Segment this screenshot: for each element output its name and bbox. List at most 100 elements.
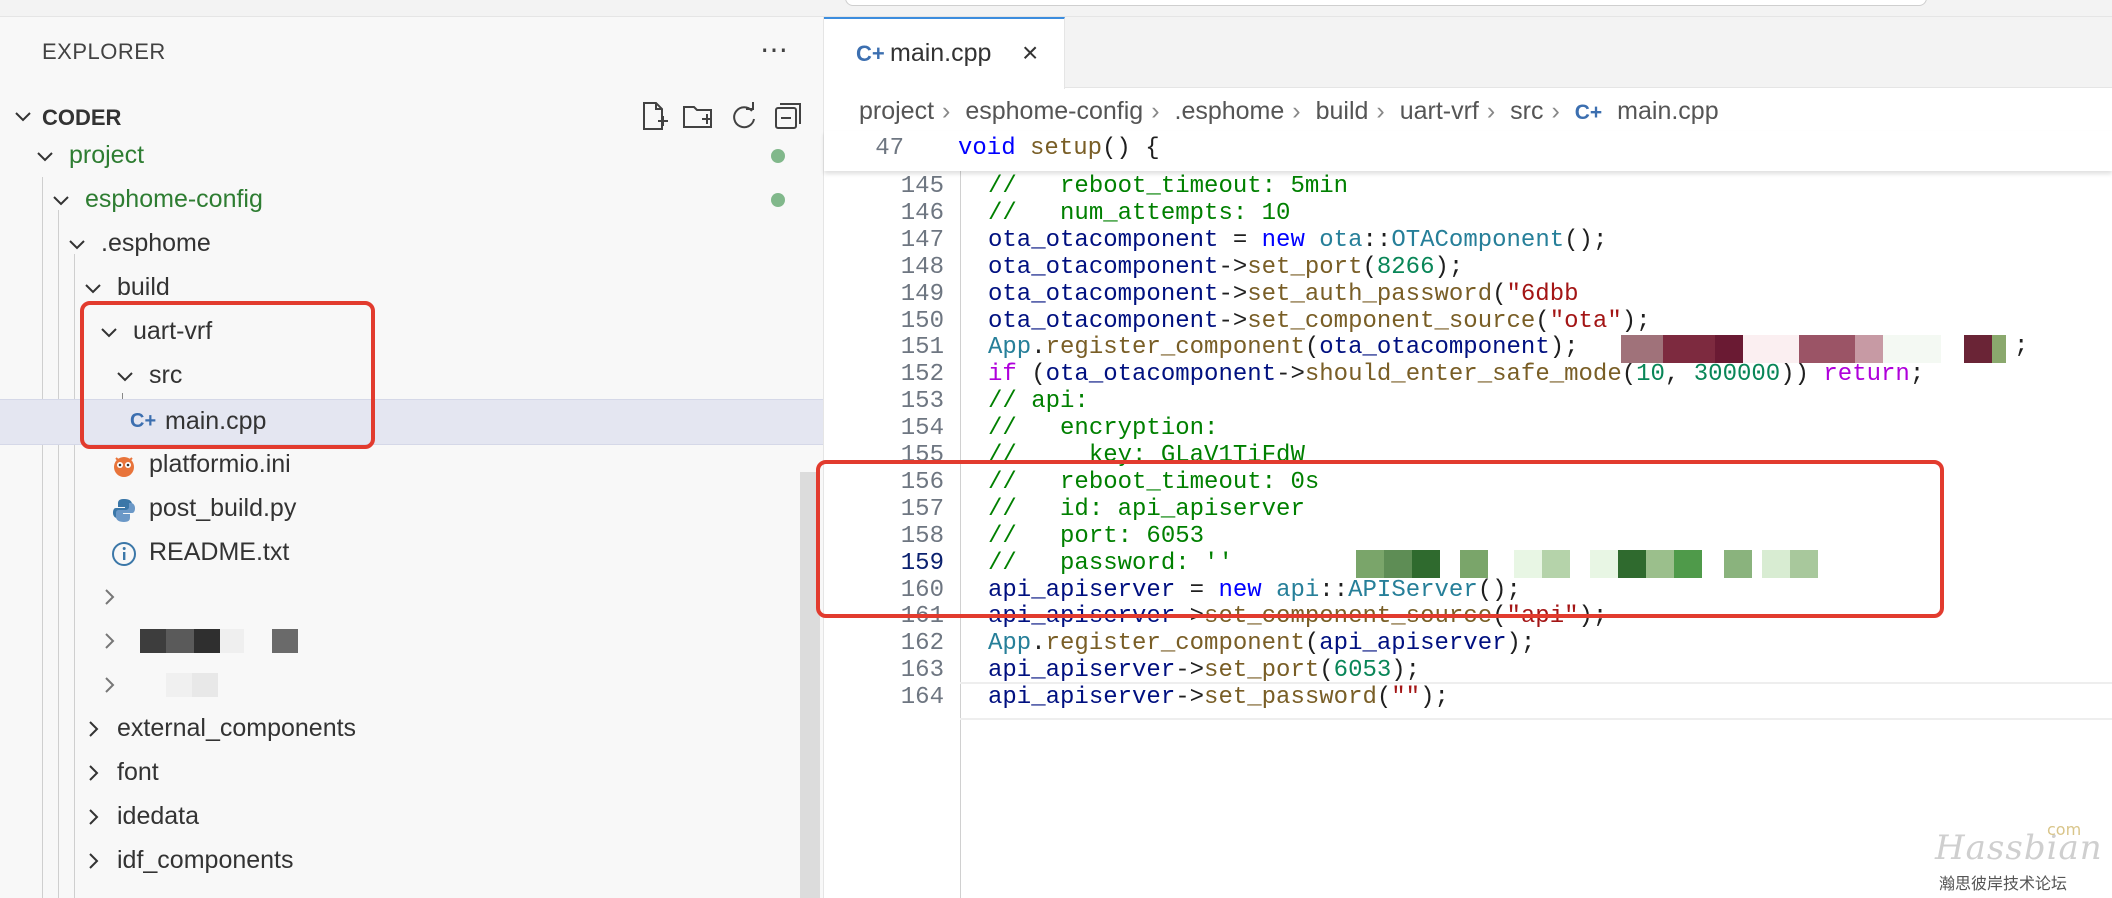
tree-item-label: project: [69, 141, 145, 169]
line-number: 147: [900, 227, 944, 254]
tree-item-redacted[interactable]: [0, 575, 823, 619]
chevron-right-icon: [89, 721, 99, 737]
line-number: 148: [900, 254, 944, 281]
collapse-all-icon[interactable]: [771, 99, 805, 133]
watermark-subtitle: 瀚思彼岸技术论坛: [1939, 874, 2068, 893]
tree-item-readme[interactable]: README.txt: [0, 531, 823, 575]
tree-item-esphome-config[interactable]: esphome-config: [0, 178, 823, 222]
redaction-block: [220, 629, 244, 653]
tree-item-label: font: [117, 758, 159, 786]
redaction-block: [1855, 335, 1883, 363]
tree-item-project[interactable]: project: [0, 134, 823, 178]
ellipsis-icon[interactable]: ⋯: [760, 33, 788, 66]
code-line: App.register_component(api_apiserver);: [988, 630, 1536, 657]
sticky-scroll-line[interactable]: 47 void setup() {: [824, 131, 2112, 171]
new-folder-icon[interactable]: [681, 99, 715, 133]
redaction-block: [1743, 335, 1799, 363]
code-line: // encryption:: [988, 415, 1219, 442]
line-number: 47: [875, 135, 904, 162]
code-line: ota_otacomponent = new ota::OTAComponent…: [988, 227, 1608, 254]
explorer-title: EXPLORER: [42, 39, 166, 64]
code-line: // reboot_timeout: 5min: [988, 173, 1349, 200]
tree-item-post-build[interactable]: post_build.py: [0, 487, 823, 531]
code-line: ota_otacomponent->set_component_source("…: [988, 308, 1651, 335]
code-area[interactable]: 47 void setup() { 145 // reboot_timeout: …: [816, 17, 2112, 898]
watermark-suffix: com: [2047, 820, 2082, 839]
chevron-right-icon: [89, 765, 99, 781]
command-center-search[interactable]: [845, 0, 1927, 6]
explorer-sidebar: EXPLORER ⋯ CODER project esphome-config …: [0, 17, 824, 898]
redaction-block: [166, 673, 192, 697]
redaction-block: [1883, 335, 1941, 363]
line-number: 146: [900, 200, 944, 227]
chevron-down-icon: [85, 284, 101, 294]
redaction-block: [192, 673, 218, 697]
tree-item-idedata[interactable]: idedata: [0, 795, 823, 839]
tree-item-redacted[interactable]: [0, 619, 823, 663]
workspace-name: CODER: [42, 105, 122, 130]
line-number: 164: [900, 684, 944, 711]
chevron-down-icon: [37, 152, 53, 162]
code-line: ota_otacomponent->set_auth_password("6db…: [988, 281, 1579, 308]
code-fragment: ;: [2014, 333, 2029, 360]
redaction-block: [140, 629, 166, 653]
title-bar: [0, 0, 2112, 17]
chevron-down-icon: [15, 112, 31, 122]
code-line: void setup() {: [958, 135, 1160, 162]
code-line: ota_otacomponent->set_port(8266);: [988, 254, 1464, 281]
code-line: if (ota_otacomponent->should_enter_safe_…: [988, 361, 1925, 388]
git-modified-dot: [771, 149, 785, 163]
platformio-icon: [114, 457, 134, 477]
redaction-block: [1992, 335, 2006, 363]
code-line: // num_attempts: 10: [988, 200, 1291, 227]
tree-item-esphome-dir[interactable]: .esphome: [0, 222, 823, 266]
new-file-icon[interactable]: [636, 99, 670, 133]
refresh-icon[interactable]: [726, 99, 760, 133]
line-number: 149: [900, 281, 944, 308]
tree-item-platformio[interactable]: platformio.ini: [0, 443, 823, 487]
code-line: api_apiserver->set_password("");: [988, 684, 1449, 711]
code-line: // api:: [988, 388, 1089, 415]
redaction-block: [1621, 335, 1663, 363]
line-number: 150: [900, 308, 944, 335]
tree-item-font[interactable]: font: [0, 751, 823, 795]
redaction-block: [1663, 335, 1715, 363]
line-number: 153: [900, 388, 944, 415]
tree-item-label: .esphome: [101, 229, 211, 257]
info-icon: [112, 542, 136, 566]
redaction-block: [1715, 335, 1743, 363]
watermark: Hassbian com 瀚思彼岸技术论坛: [1935, 820, 2103, 893]
redaction-block: [166, 629, 194, 653]
line-number: 152: [900, 361, 944, 388]
tree-item-redacted[interactable]: [0, 663, 823, 707]
chevron-down-icon: [69, 240, 85, 250]
line-number: 145: [900, 173, 944, 200]
workspace-section-header[interactable]: CODER: [0, 95, 823, 139]
code-line: App.register_component(ota_otacomponent)…: [988, 334, 1579, 361]
editor-pane: C+ main.cpp × project › esphome-config › .…: [816, 17, 2112, 898]
tree-item-label: esphome-config: [85, 185, 263, 213]
chevron-down-icon: [53, 196, 69, 206]
chevron-right-icon: [105, 677, 115, 693]
redaction-block: [1799, 335, 1855, 363]
tree-item-label: idedata: [117, 802, 200, 830]
chevron-right-icon: [89, 853, 99, 869]
annotation-box: [80, 301, 375, 449]
python-icon: [113, 499, 135, 522]
line-number: 163: [900, 657, 944, 684]
redaction-block: [272, 629, 298, 653]
chevron-right-icon: [89, 809, 99, 825]
tree-item-label: idf_components: [117, 846, 294, 874]
redaction-block: [1964, 335, 1992, 363]
tree-item-idf-components[interactable]: idf_components: [0, 839, 823, 883]
tree-item-label: post_build.py: [149, 494, 297, 522]
chevron-right-icon: [105, 633, 115, 649]
annotation-box: [816, 460, 1944, 618]
tree-item-label: build: [117, 273, 170, 301]
tree-item-external-components[interactable]: external_components: [0, 707, 823, 751]
line-number: 154: [900, 415, 944, 442]
tree-item-label: README.txt: [149, 538, 290, 566]
line-number: 151: [900, 334, 944, 361]
tree-item-label: platformio.ini: [149, 450, 291, 478]
chevron-right-icon: [105, 589, 115, 605]
